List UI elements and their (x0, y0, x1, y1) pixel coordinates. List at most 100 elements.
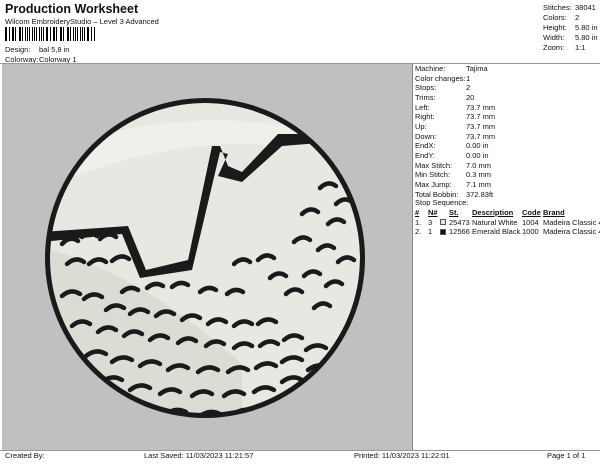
param-row: Machine: Tajima (415, 64, 495, 74)
design-stats: Stitches: 38041 Colors: 2 Height: 5.80 in W… (543, 3, 598, 53)
stat-label: Width: (543, 33, 565, 42)
barcode-bar (39, 27, 40, 41)
stat-value: 38041 (575, 3, 596, 12)
row-needle: 1 (428, 227, 433, 237)
stat-colors: Colors: 2 (543, 13, 598, 23)
param-value: 0.00 in (466, 150, 489, 160)
param-label: Max Stitch: (415, 160, 453, 170)
param-label: Stops: (415, 83, 437, 93)
swatch-box (440, 228, 446, 235)
param-label: Right: (415, 112, 435, 122)
param-value: 372.83ft (466, 189, 494, 199)
design-value: bal 5,8 in (39, 45, 70, 54)
param-value: 73.7 mm (466, 102, 496, 112)
param-value: 2 (466, 83, 471, 93)
row-stitches: 25473 (449, 217, 470, 227)
stat-label: Height: (543, 23, 567, 32)
col-brand: Brand (543, 208, 565, 217)
param-value: 73.7 mm (466, 131, 496, 141)
stat-stitches: Stitches: 38041 (543, 3, 598, 13)
row-needle: 3 (428, 217, 433, 227)
stat-label: Zoom: (543, 43, 565, 52)
param-label: Up: (415, 121, 427, 131)
param-value: 0.3 mm (466, 170, 492, 180)
param-label: Max Jump: (415, 179, 452, 189)
param-row: Up: 73.7 mm (415, 122, 495, 132)
stat-label: Colors: (543, 13, 567, 22)
param-value: 1 (466, 73, 471, 83)
param-row: EndY: 0.00 in (415, 151, 495, 161)
param-value: 0.00 in (466, 141, 489, 151)
row-code: 1000 (522, 227, 539, 237)
barcode-bar (56, 27, 57, 41)
row-brand: Madeira Classic 40 (543, 227, 600, 237)
param-row: Trims: 20 (415, 93, 495, 103)
footer-divider (0, 450, 600, 451)
stop-sequence-heading: Stop Sequence: (415, 198, 469, 207)
param-label: Left: (415, 102, 430, 112)
col-stitches: St. (449, 208, 459, 217)
design-label: Design: (5, 45, 31, 54)
page-number: Page 1 of 1 (547, 451, 586, 460)
row-brand: Madeira Classic 40 (543, 217, 600, 227)
param-value: 7.1 mm (466, 179, 492, 189)
stat-value: 1:1 (575, 43, 586, 52)
design-preview-canvas (2, 64, 413, 450)
stat-width: Width: 5.80 in (543, 33, 598, 43)
stat-height: Height: 5.80 in (543, 23, 598, 33)
param-label: Down: (415, 131, 437, 141)
barcode-bar (18, 27, 20, 41)
param-value: 73.7 mm (466, 121, 496, 131)
param-label: Color changes: (415, 73, 466, 83)
software-subtitle: Wilcom EmbroideryStudio – Level 3 Advanc… (5, 17, 159, 26)
col-code: Code (522, 208, 541, 217)
param-value: 73.7 mm (466, 112, 496, 122)
param-label: Machine: (415, 64, 446, 73)
table-row: 2. 1 12566 Emerald Black 1000 Madeira Classic… (415, 227, 600, 237)
color-swatch (440, 219, 449, 226)
param-row: Right: 73.7 mm (415, 112, 495, 122)
swatch-box (440, 219, 446, 226)
stat-value: 5.80 in (575, 33, 598, 42)
last-saved: Last Saved: 11/03/2023 11:21:57 (144, 451, 254, 460)
stat-zoom: Zoom: 1:1 (543, 43, 598, 53)
color-swatch (440, 228, 449, 235)
param-value: Tajima (466, 64, 488, 73)
param-row: Down: 73.7 mm (415, 132, 495, 142)
table-row: 1. 3 25473 Natural White 1004 Madeira Classic… (415, 218, 600, 228)
row-number: 1. (415, 217, 422, 227)
row-description: Natural White (472, 217, 518, 227)
col-needle: N# (428, 208, 438, 217)
param-label: Min Stitch: (415, 170, 451, 180)
worksheet-title: Production Worksheet (5, 2, 139, 16)
created-by: Created By: (5, 451, 45, 460)
param-label: EndY: (415, 150, 436, 160)
table-header: # N# St. Description Code Brand (415, 208, 600, 218)
machine-parameters: Machine: Tajima Color changes: 1 Stops: 2 Trim… (415, 64, 495, 199)
stat-label: Stitches: (543, 3, 572, 12)
param-row: Stops: 2 (415, 83, 495, 93)
param-value: 7.0 mm (466, 160, 492, 170)
stat-value: 2 (575, 13, 580, 22)
param-row: Min Stitch: 0.3 mm (415, 170, 495, 180)
golf-ball-embroidery-design (45, 98, 365, 418)
param-row: Max Jump: 7.1 mm (415, 180, 495, 190)
param-row: Color changes: 1 (415, 74, 495, 84)
barcode-bar (76, 27, 78, 41)
row-number: 2. (415, 227, 422, 237)
param-row: Max Stitch: 7.0 mm (415, 161, 495, 171)
stat-value: 5.80 in (575, 23, 598, 32)
col-description: Description (472, 208, 514, 217)
param-value: 20 (466, 92, 475, 102)
row-stitches: 12566 (449, 227, 470, 237)
row-code: 1004 (522, 217, 539, 227)
printed-date: Printed: 11/03/2023 11:22:01 (354, 451, 450, 460)
stop-sequence-table: # N# St. Description Code Brand 1. 3 25473… (415, 208, 600, 237)
param-label: EndX: (415, 141, 436, 151)
row-description: Emerald Black (472, 227, 521, 237)
param-row: EndX: 0.00 in (415, 141, 495, 151)
col-number: # (415, 208, 420, 217)
barcode (5, 27, 95, 41)
design-row: Design: bal 5,8 in (5, 45, 69, 54)
param-label: Trims: (415, 92, 436, 102)
